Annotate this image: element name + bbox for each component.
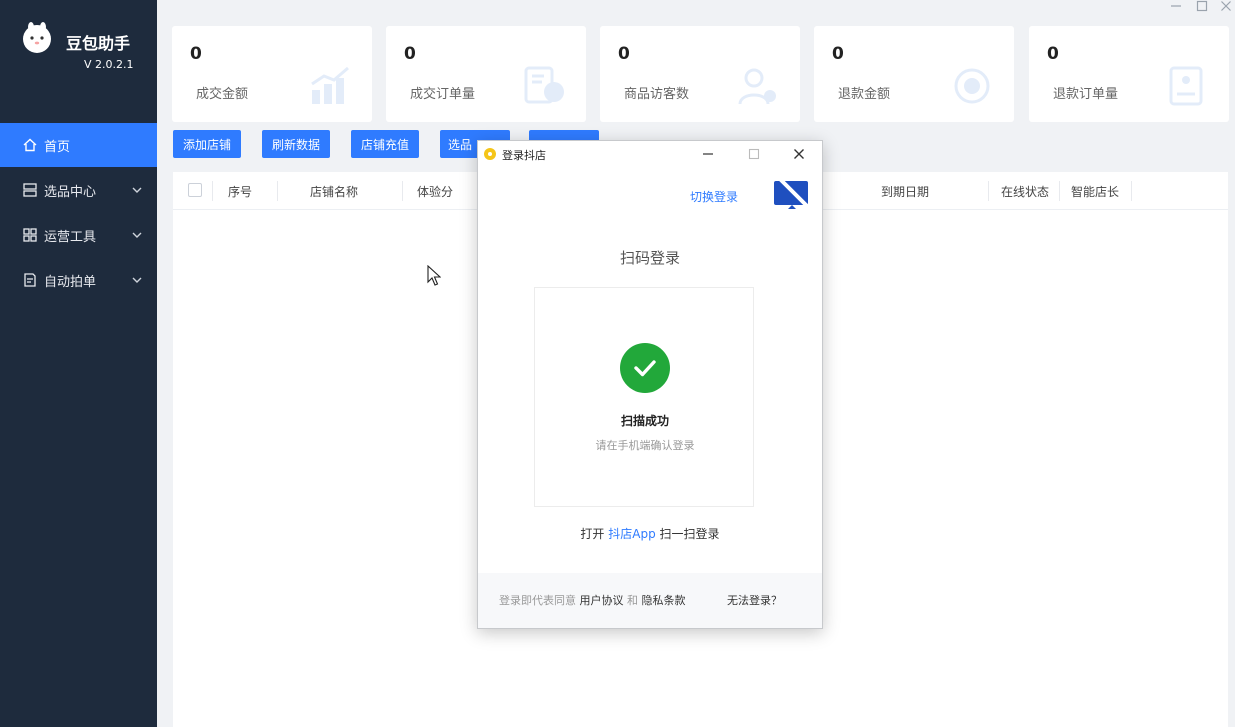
dialog-title: 登录抖店	[502, 149, 546, 162]
chevron-down-icon	[132, 232, 142, 238]
document-icon	[22, 272, 38, 288]
add-store-button[interactable]: 添加店铺	[173, 130, 241, 158]
stat-card-refund-orders: 0 退款订单量	[1029, 26, 1229, 122]
agree-prefix: 登录即代表同意	[499, 594, 576, 607]
scan-login-title: 扫码登录	[619, 249, 680, 267]
agreement-text: 登录即代表同意 用户协议 和 隐私条款	[499, 592, 686, 608]
agree-and: 和	[627, 594, 638, 607]
nav-label: 运营工具	[44, 229, 97, 245]
app-name: 豆包助手	[66, 34, 131, 53]
product-center-icon	[22, 182, 38, 198]
qr-code-area: 扫描成功 请在手机端确认登录	[534, 287, 754, 507]
app-logo-icon	[23, 22, 51, 53]
stat-label: 商品访客数	[624, 87, 690, 102]
brand: 豆包助手 V 2.0.2.1	[0, 0, 157, 122]
stat-label: 成交订单量	[410, 87, 476, 102]
user-agreement-link[interactable]: 用户协议	[580, 594, 624, 607]
nav-item-ops-tools[interactable]: 运营工具	[0, 213, 157, 257]
column-header[interactable]: 店铺名称	[310, 183, 358, 200]
dialog-minimize-icon[interactable]	[697, 144, 719, 164]
scan-success-text: 扫描成功	[620, 414, 669, 428]
switch-login-link[interactable]: 切换登录	[690, 188, 738, 205]
stat-value: 0	[1047, 44, 1059, 64]
column-header[interactable]: 到期日期	[881, 183, 929, 200]
dialog-footer: 登录即代表同意 用户协议 和 隐私条款 无法登录？	[478, 573, 822, 628]
login-dialog: 登录抖店 切换登录 扫码登录 扫描成功 请在手机端确认登录 打开 抖店App 扫…	[477, 140, 823, 629]
column-header[interactable]: 智能店长	[1071, 183, 1119, 200]
stat-value: 0	[618, 44, 630, 64]
column-header[interactable]: 在线状态	[1001, 183, 1049, 200]
chevron-down-icon	[132, 187, 142, 193]
close-icon[interactable]	[1219, 0, 1233, 12]
stat-card-sales-amount: 0 成交金额	[172, 26, 372, 122]
open-prefix: 打开	[580, 527, 605, 541]
minimize-icon[interactable]	[1169, 0, 1183, 12]
maximize-icon[interactable]	[1195, 0, 1209, 12]
dialog-titlebar: 登录抖店	[478, 141, 822, 167]
nav-item-auto-order[interactable]: 自动拍单	[0, 258, 157, 302]
column-header[interactable]: 体验分	[417, 183, 453, 200]
stat-value: 0	[404, 44, 416, 64]
stat-value: 0	[190, 44, 202, 64]
nav-label: 自动拍单	[44, 274, 97, 290]
open-suffix: 扫一扫登录	[659, 527, 720, 541]
dialog-maximize-icon[interactable]	[743, 144, 765, 164]
order-chart-icon	[524, 66, 564, 104]
nav-label: 选品中心	[44, 184, 97, 200]
nav-item-product-center[interactable]: 选品中心	[0, 168, 157, 212]
cant-login-link[interactable]: 无法登录？	[727, 592, 782, 608]
stat-label: 退款金额	[838, 87, 891, 102]
open-app-instruction: 打开 抖店App 扫一扫登录	[478, 525, 822, 542]
stat-value: 0	[832, 44, 844, 64]
doudian-app-icon	[484, 148, 496, 160]
sidebar: 豆包助手 V 2.0.2.1 首页 选品中心 运营工具 自动拍单	[0, 0, 157, 727]
home-icon	[22, 137, 38, 153]
stat-card-refund-amount: 0 退款金额	[814, 26, 1014, 122]
mouse-cursor-icon	[427, 265, 441, 286]
success-check-icon	[620, 343, 670, 393]
store-recharge-button[interactable]: 店铺充值	[351, 130, 419, 158]
visitor-icon	[738, 68, 776, 105]
privacy-policy-link[interactable]: 隐私条款	[642, 594, 686, 607]
grid-tools-icon	[22, 227, 38, 243]
stat-label: 成交金额	[196, 87, 249, 102]
pc-login-corner-icon[interactable]	[770, 177, 814, 217]
app-version: V 2.0.2.1	[84, 58, 134, 71]
nav-label: 首页	[44, 139, 71, 155]
refund-order-icon	[1169, 66, 1203, 106]
nav-item-home[interactable]: 首页	[0, 123, 157, 167]
column-header[interactable]: 序号	[228, 183, 252, 200]
doudian-app-link[interactable]: 抖店App	[608, 527, 655, 541]
refresh-data-button[interactable]: 刷新数据	[262, 130, 330, 158]
refund-icon	[954, 68, 990, 104]
stat-card-order-count: 0 成交订单量	[386, 26, 586, 122]
dialog-close-icon[interactable]	[788, 144, 810, 164]
select-all-checkbox[interactable]	[188, 183, 202, 197]
bar-chart-icon	[311, 66, 349, 104]
chevron-down-icon	[132, 277, 142, 283]
stat-label: 退款订单量	[1053, 87, 1119, 102]
scan-hint-text: 请在手机端确认登录	[595, 439, 695, 452]
stat-card-visitors: 0 商品访客数	[600, 26, 800, 122]
